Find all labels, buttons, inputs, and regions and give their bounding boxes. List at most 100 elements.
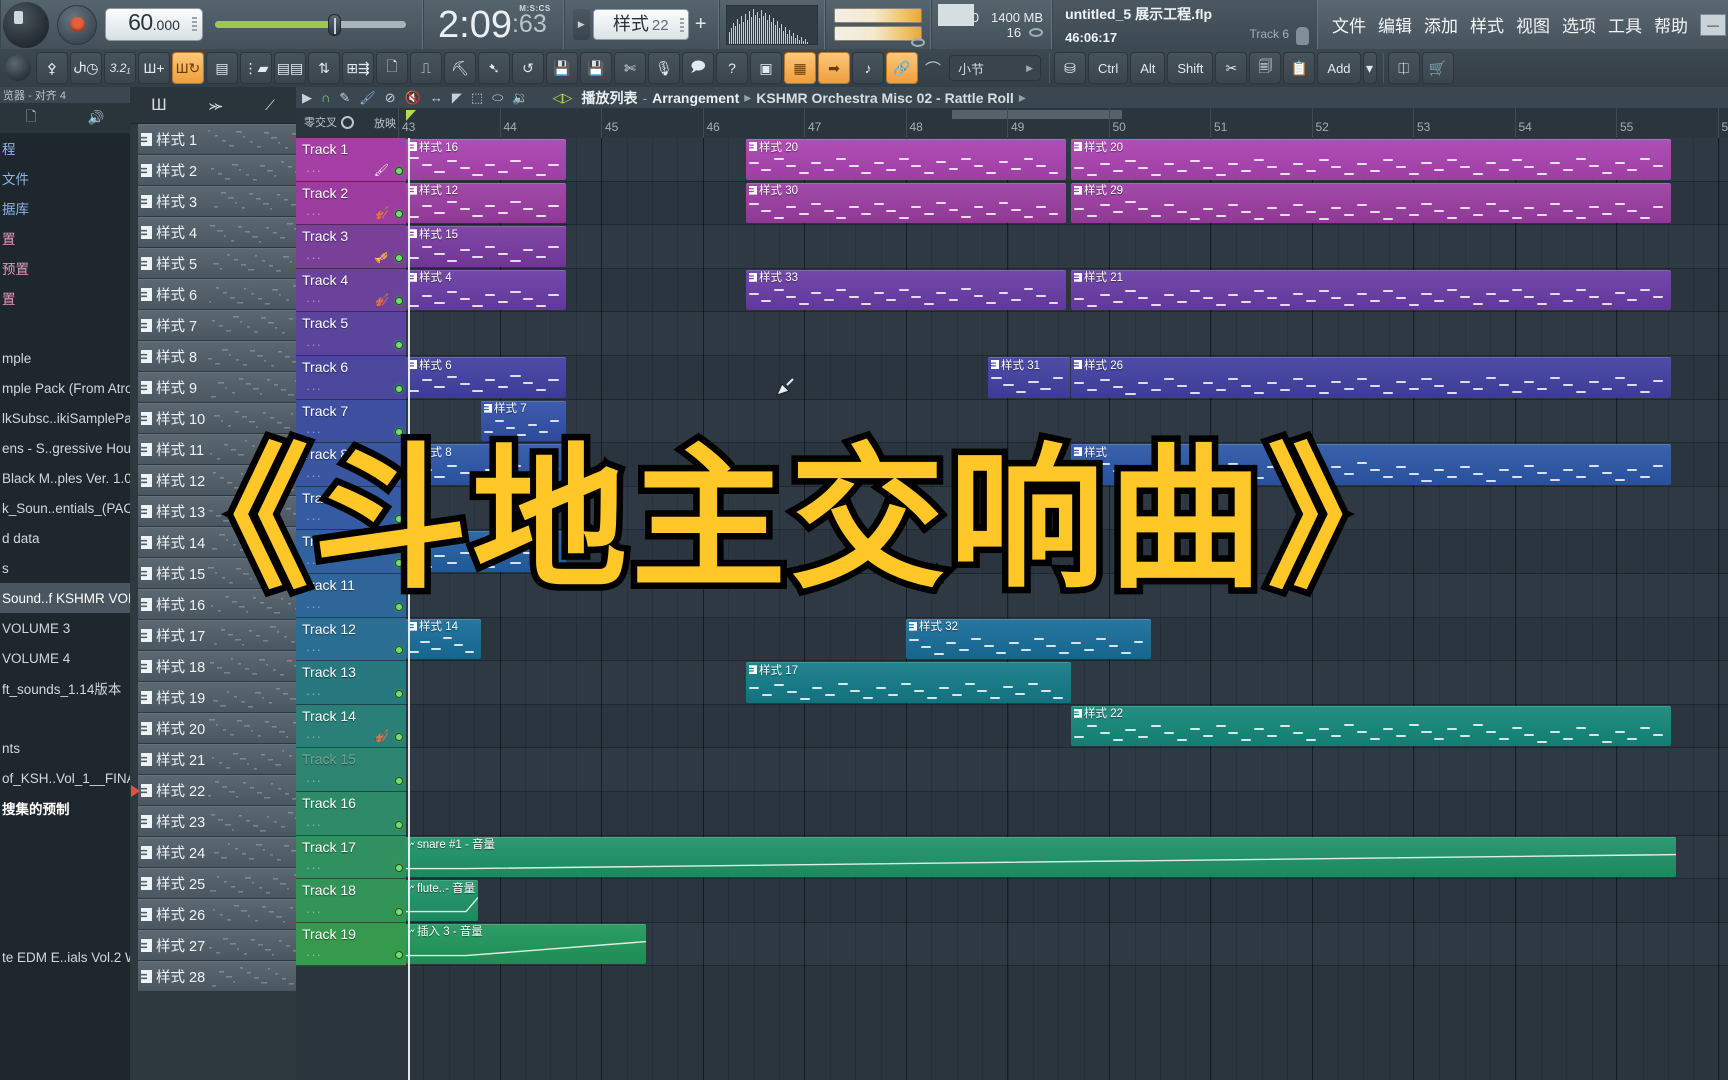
slider-handle[interactable]	[327, 14, 341, 36]
browser-list[interactable]: 程文件 据库置预置置 mple mple Pack (From Atro) lkSubs…	[0, 133, 130, 823]
project-info-panel[interactable]: untitled_5 展示工程.flp 46:06:17 Track 6	[1052, 0, 1318, 49]
playlist-clip[interactable]: 样式 12	[406, 182, 566, 224]
playlist-clip[interactable]: 样式 4	[406, 269, 566, 311]
track-header-14[interactable]: Track 14 ··· 🎻	[296, 704, 406, 749]
browser-item-8[interactable]: mple Pack (From Atro)	[0, 373, 130, 403]
track-enable-led[interactable]	[395, 166, 403, 175]
playlist-clip[interactable]: 样式 6	[406, 357, 566, 398]
pattern-row[interactable]: 样式 9	[138, 372, 296, 402]
time-display-panel[interactable]: M:S:CS 2:09:63	[423, 0, 564, 49]
slip-icon[interactable]: ↔	[430, 90, 443, 105]
playlist-clip[interactable]: 样式 31	[988, 357, 1070, 398]
multi-knob-icon[interactable]: ⛁	[1054, 52, 1086, 84]
track-enable-led[interactable]	[395, 820, 403, 829]
playlist-clip[interactable]: 样式 29	[1071, 182, 1671, 224]
playlist-row-15[interactable]	[406, 748, 1728, 792]
paste-icon[interactable]: 📋	[1283, 52, 1316, 84]
browser-item-7[interactable]: mple	[0, 343, 130, 373]
pattern-row[interactable]: 样式 22	[131, 775, 296, 805]
minimize-button[interactable]: —	[1700, 13, 1726, 36]
browser-item-22[interactable]: 搜集的预制	[0, 793, 130, 823]
ctrl-button[interactable]: Ctrl	[1088, 52, 1129, 84]
track-header-13[interactable]: Track 13 ···	[296, 661, 406, 705]
automation-tab-icon[interactable]: ⟋	[265, 97, 275, 114]
pattern-row[interactable]: 样式 19	[138, 682, 296, 712]
pattern-row[interactable]: 样式 4	[138, 217, 296, 247]
magnet-icon[interactable]: ⌒	[922, 57, 944, 79]
track-enable-led[interactable]	[395, 253, 403, 262]
pattern-row[interactable]: 样式 17	[138, 620, 296, 650]
scissors-icon[interactable]: ✂	[1215, 52, 1248, 84]
metronome-icon[interactable]: ⚴	[36, 52, 68, 84]
save-icon[interactable]: 💾	[546, 52, 578, 84]
menu-item-add[interactable]: 添加	[1424, 12, 1458, 37]
browser-item-14[interactable]: s	[0, 553, 130, 583]
browser-item-4[interactable]: 预置	[0, 253, 130, 283]
overlay-notes-icon[interactable]: Ш+	[138, 52, 170, 84]
playlist-clip[interactable]: 样式 20	[1071, 139, 1671, 180]
pattern-row[interactable]: 样式 20	[138, 713, 296, 743]
master-pitch-knob[interactable]	[3, 1, 49, 48]
export-icon[interactable]: ➷	[478, 52, 510, 84]
pattern-row[interactable]: 样式 25	[138, 868, 296, 898]
pattern-row[interactable]: 样式 21	[138, 744, 296, 774]
browser-panel[interactable]: 览器 - 对齐 4 🗋 🔊 程文件 据库置预置置 mple mple Pack (Fr…	[0, 87, 130, 1080]
track-header-17[interactable]: Track 17 ···	[296, 835, 406, 880]
magnet-icon[interactable]: ∩	[321, 90, 330, 105]
track-enable-led[interactable]	[395, 646, 403, 655]
playlist-clip[interactable]: 🗲 插入 3 - 音量	[406, 923, 646, 965]
track-enable-led[interactable]	[395, 733, 403, 742]
track-enable-led[interactable]	[395, 776, 403, 785]
shift-button[interactable]: Shift	[1167, 52, 1214, 84]
piano-roll-icon[interactable]: ▦	[784, 52, 816, 84]
meter-mode-icon[interactable]	[910, 38, 925, 47]
track-enable-led[interactable]	[395, 340, 403, 349]
browser-item-20[interactable]: nts	[0, 733, 130, 763]
track-enable-led[interactable]	[395, 210, 403, 219]
browser-item-1[interactable]: 文件	[0, 163, 130, 193]
browser-footer-item[interactable]: te EDM E..ials Vol.2 WAV	[0, 942, 130, 972]
playlist-row-16[interactable]	[406, 792, 1728, 836]
snap-select[interactable]: 小节 ▶	[949, 55, 1041, 81]
window-icon[interactable]: ▣	[750, 52, 782, 84]
playlist-clip[interactable]: 样式 30	[746, 182, 1066, 224]
browser-item-11[interactable]: Black M..ples Ver. 1.0.0	[0, 463, 130, 493]
pattern-row[interactable]: 样式 24	[138, 837, 296, 867]
record-mic-icon[interactable]: 🎙	[648, 52, 680, 84]
track-header-18[interactable]: Track 18 ···	[296, 879, 406, 923]
breadcrumb-root[interactable]: 播放列表	[581, 88, 637, 108]
playlist-clip[interactable]: 样式 33	[746, 269, 1066, 311]
browser-item-2[interactable]: 据库	[0, 193, 130, 223]
record-button[interactable]	[57, 4, 97, 45]
playlist-clip[interactable]: 样式 16	[406, 139, 566, 180]
browser-file-icon[interactable]: 🗋	[26, 107, 37, 130]
mixer-icon[interactable]: ⇅	[308, 52, 340, 84]
link-icon[interactable]: 🔗	[886, 52, 918, 84]
track-enable-led[interactable]	[395, 951, 403, 960]
plugin-icon[interactable]: ⎍	[410, 52, 442, 84]
playlist-arrow-icon[interactable]: ➡	[818, 52, 850, 84]
pattern-row[interactable]: 样式 28	[138, 961, 296, 991]
browser-item-3[interactable]: 置	[0, 223, 130, 253]
alt-button[interactable]: Alt	[1130, 52, 1166, 84]
comment-icon[interactable]: 🗩	[682, 52, 714, 84]
track-enable-led[interactable]	[395, 907, 403, 916]
undo-icon[interactable]: ↺	[512, 52, 544, 84]
pattern-row[interactable]: 样式 2	[138, 155, 296, 185]
browser-item-10[interactable]: ens - S..gressive House'	[0, 433, 130, 463]
count-in-icon[interactable]: 3.2₁	[104, 52, 136, 84]
menu-item-file[interactable]: 文件	[1332, 12, 1366, 37]
playlist-clip[interactable]: 样式 22	[1071, 705, 1671, 747]
playback-icon[interactable]: 🔉	[512, 90, 528, 106]
track-enable-led[interactable]	[395, 297, 403, 306]
wait-for-input-icon[interactable]: Ⴐ◷	[70, 52, 102, 84]
shop-icon[interactable]: 🛒	[1421, 52, 1454, 84]
browser-item-12[interactable]: k_Soun..entials_(PACK)	[0, 493, 130, 523]
track-header-12[interactable]: Track 12 ···	[296, 617, 406, 662]
browser-item-0[interactable]: 程	[0, 133, 130, 163]
playlist-clip[interactable]: 样式 20	[746, 139, 1066, 180]
pattern-row[interactable]: 样式 7	[138, 310, 296, 340]
track-enable-led[interactable]	[395, 384, 403, 393]
open-project-icon[interactable]: ⛏	[444, 52, 476, 84]
pattern-row[interactable]: 样式 1	[138, 124, 296, 154]
